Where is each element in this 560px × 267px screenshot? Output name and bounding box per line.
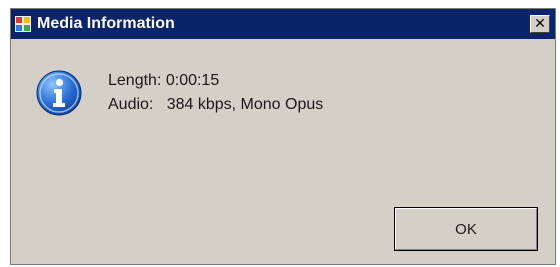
dialog-title: Media Information	[37, 15, 175, 32]
audio-row: Audio: 384 kbps, Mono Opus	[108, 93, 323, 117]
info-icon	[35, 69, 83, 117]
audio-value: 384 kbps, Mono Opus	[166, 96, 324, 113]
title-bar[interactable]: Media Information ✕	[11, 9, 555, 39]
length-value: 0:00:15	[165, 72, 220, 89]
audio-label: Audio:	[108, 96, 154, 113]
media-information-dialog: Media Information ✕ Length: 0:00:15 Audi…	[10, 8, 556, 265]
ok-button-label: OK	[455, 220, 477, 238]
close-icon: ✕	[534, 15, 546, 31]
ok-button-face: OK	[395, 208, 537, 250]
length-row: Length: 0:00:15	[108, 69, 323, 93]
length-label: Length:	[108, 72, 162, 89]
ok-button[interactable]: OK	[394, 207, 538, 251]
media-app-icon	[15, 16, 31, 32]
close-button[interactable]: ✕	[530, 15, 550, 33]
media-info-text: Length: 0:00:15 Audio: 384 kbps, Mono Op…	[108, 69, 323, 117]
